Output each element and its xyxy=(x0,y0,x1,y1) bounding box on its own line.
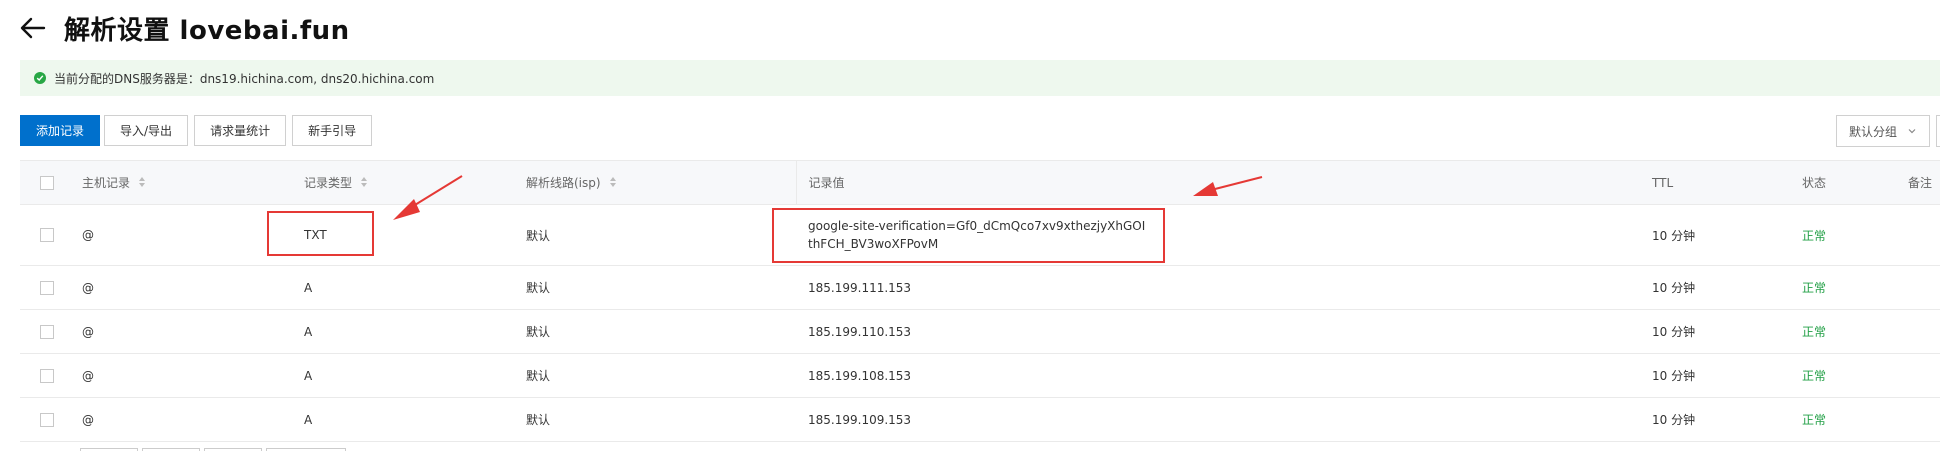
annotation-arrow-type xyxy=(393,175,463,220)
annotation-arrows xyxy=(393,175,1263,220)
annotation-arrow-value xyxy=(1193,176,1263,196)
